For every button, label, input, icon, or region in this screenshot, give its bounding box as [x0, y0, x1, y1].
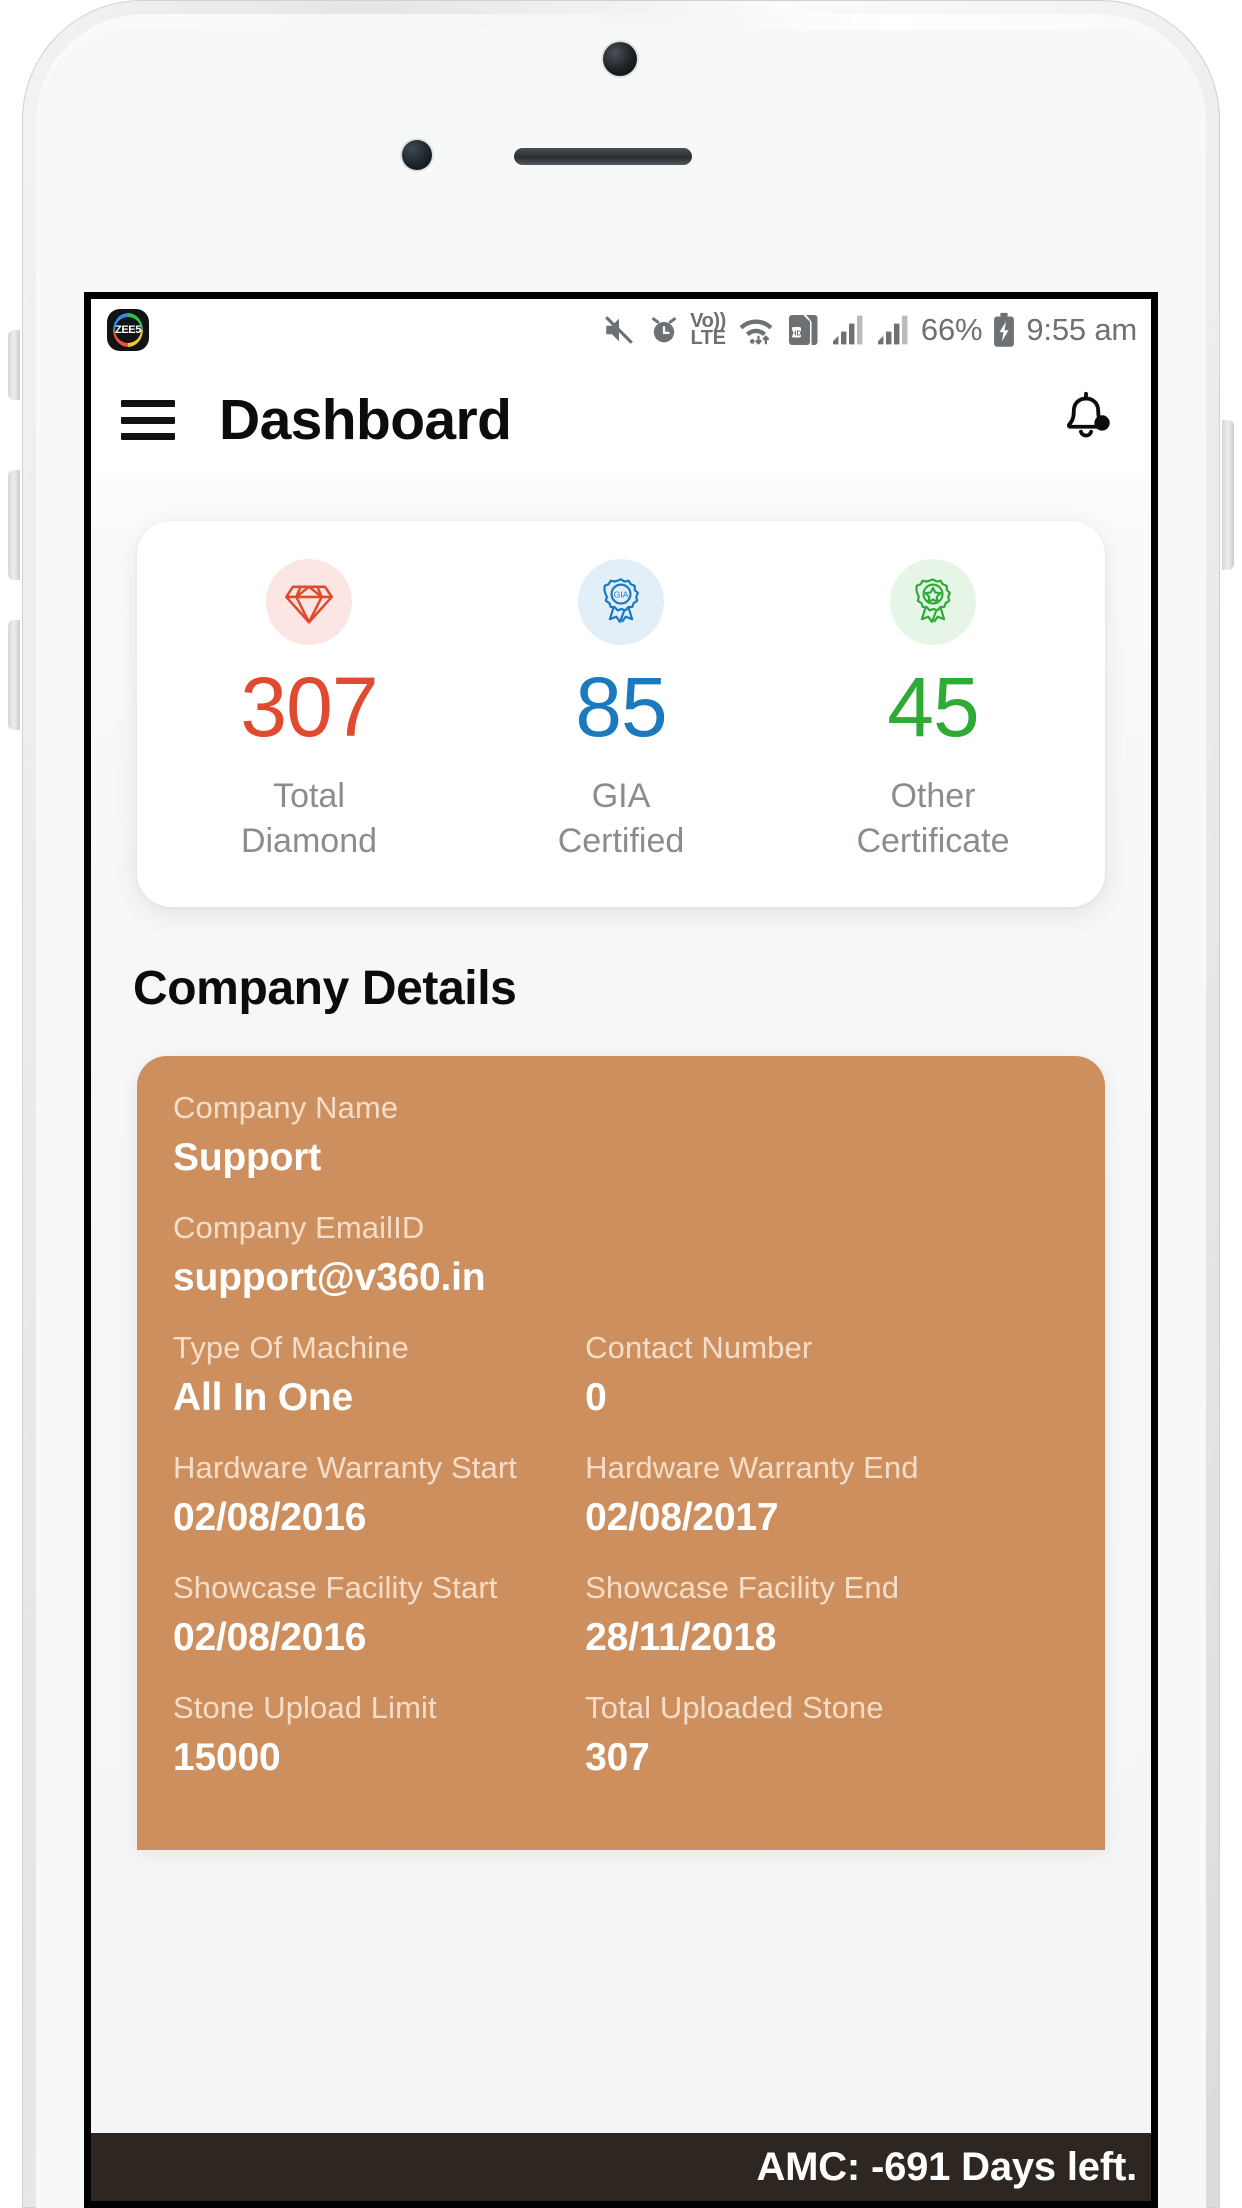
field-value: 02/08/2017	[585, 1496, 779, 1540]
volume-down-button[interactable]	[8, 620, 20, 730]
app-bar: Dashboard	[91, 361, 1151, 479]
front-camera-icon	[603, 42, 637, 76]
hamburger-line	[121, 400, 175, 407]
svg-text:GIA: GIA	[614, 589, 629, 599]
field-value: All In One	[173, 1376, 354, 1420]
field-row-hardware-warranty: Hardware Warranty Start 02/08/2016 Hardw…	[173, 1450, 1069, 1540]
status-bar-system-icons: Vo)) LTE HD 66% 9:55 am	[600, 311, 1137, 349]
battery-charging-icon	[994, 312, 1015, 347]
field-row-stone-upload: Stone Upload Limit 15000 Total Uploaded …	[173, 1690, 1069, 1780]
clock-label: 9:55 am	[1026, 312, 1137, 347]
gia-badge-icon-wrap: GIA	[578, 559, 664, 645]
page-title: Dashboard	[219, 388, 512, 452]
volte-bottom-label: LTE	[690, 327, 726, 349]
summary-stats-card: 307 Total Diamond GIA 85 GIA Certified 4…	[137, 521, 1105, 908]
proximity-sensor-icon	[402, 140, 432, 170]
stat-value: 307	[240, 660, 378, 754]
field-contact-number: Contact Number 0	[585, 1330, 1069, 1420]
field-hw-warranty-end: Hardware Warranty End 02/08/2017	[585, 1450, 1069, 1540]
company-details-heading: Company Details	[133, 962, 517, 1016]
field-showcase-end: Showcase Facility End 28/11/2018	[585, 1570, 1069, 1660]
stat-label-line2: Certified	[557, 821, 685, 860]
field-value: 28/11/2018	[585, 1616, 777, 1660]
field-value: Support	[173, 1136, 322, 1180]
zee5-label: ZEE5	[115, 324, 141, 336]
phone-mockup-scene: ZEE5 Vo)) LTE HD 66% 9:55 am Dashboard 3…	[0, 0, 1242, 2208]
field-label: Company Name	[173, 1090, 399, 1126]
stat-label-line1: GIA	[591, 776, 651, 815]
power-button[interactable]	[1222, 420, 1234, 570]
stat-value: 45	[887, 660, 979, 754]
alarm-icon	[652, 317, 677, 343]
diamond-icon-wrap	[266, 559, 352, 645]
battery-percent-label: 66%	[920, 312, 983, 347]
field-machine-type: Type Of Machine All In One	[173, 1330, 585, 1420]
amc-status-bar: AMC: -691 Days left.	[91, 2133, 1151, 2201]
volume-mute-icon	[605, 316, 633, 344]
field-value: 0	[585, 1376, 607, 1420]
hamburger-line	[121, 416, 175, 424]
field-label: Company EmailID	[173, 1210, 425, 1246]
signal-bars-icon-1	[832, 315, 863, 345]
field-company-name: Company Name Support	[173, 1090, 1069, 1180]
app-screen: ZEE5 Vo)) LTE HD 66% 9:55 am Dashboard 3…	[91, 299, 1151, 2201]
stat-other-certificate[interactable]: 45 Other Certificate	[777, 559, 1089, 863]
amc-status-label: AMC: -691 Days left.	[756, 2144, 1137, 2189]
status-bar-notifications: ZEE5	[107, 309, 149, 351]
diamond-icon	[284, 585, 334, 624]
star-badge-icon	[915, 578, 951, 624]
notification-bell-button[interactable]	[1055, 389, 1117, 451]
stat-label: Total Diamond	[241, 774, 377, 864]
field-total-uploaded-stone: Total Uploaded Stone 307	[585, 1690, 1069, 1780]
field-label: Contact Number	[585, 1330, 813, 1366]
field-label: Stone Upload Limit	[173, 1690, 437, 1726]
field-hw-warranty-start: Hardware Warranty Start 02/08/2016	[173, 1450, 585, 1540]
stat-label-line1: Other	[890, 776, 976, 815]
svg-text:HD: HD	[791, 330, 801, 337]
wifi-icon	[739, 319, 773, 345]
stat-label-line1: Total	[273, 776, 345, 815]
field-label: Showcase Facility End	[585, 1570, 900, 1606]
stat-label-line2: Diamond	[240, 821, 378, 860]
field-company-email: Company EmailID support@v360.in	[173, 1210, 1069, 1300]
field-stone-upload-limit: Stone Upload Limit 15000	[173, 1690, 585, 1780]
earpiece-speaker	[514, 148, 692, 165]
volume-up-button[interactable]	[8, 470, 20, 580]
field-row-showcase-facility: Showcase Facility Start 02/08/2016 Showc…	[173, 1570, 1069, 1660]
field-row-machine-contact: Type Of Machine All In One Contact Numbe…	[173, 1330, 1069, 1420]
stat-label-line2: Certificate	[856, 821, 1010, 860]
stat-label: GIA Certified	[558, 774, 685, 864]
field-label: Total Uploaded Stone	[585, 1690, 884, 1726]
star-badge-icon-wrap	[890, 559, 976, 645]
stat-value: 85	[575, 660, 667, 754]
field-value: 02/08/2016	[173, 1496, 367, 1540]
dashboard-scroll-area[interactable]: 307 Total Diamond GIA 85 GIA Certified 4…	[91, 479, 1151, 2201]
field-value: 307	[585, 1736, 650, 1780]
signal-bars-icon-2	[877, 315, 908, 345]
field-label: Showcase Facility Start	[173, 1570, 498, 1606]
hamburger-menu-icon[interactable]	[121, 400, 175, 440]
field-label: Hardware Warranty Start	[173, 1450, 517, 1486]
stat-label: Other Certificate	[856, 774, 1009, 864]
zee5-notification-icon[interactable]: ZEE5	[107, 309, 149, 351]
stat-total-diamond[interactable]: 307 Total Diamond	[153, 559, 465, 863]
bell-icon	[1066, 391, 1110, 438]
field-label: Type Of Machine	[173, 1330, 409, 1366]
mute-switch-button[interactable]	[8, 330, 20, 400]
hamburger-line	[121, 433, 175, 440]
field-value: 02/08/2016	[173, 1616, 367, 1660]
phone-screen: ZEE5 Vo)) LTE HD 66% 9:55 am Dashboard 3…	[84, 292, 1158, 2208]
android-status-bar: ZEE5 Vo)) LTE HD 66% 9:55 am	[91, 299, 1151, 361]
field-showcase-start: Showcase Facility Start 02/08/2016	[173, 1570, 585, 1660]
field-label: Hardware Warranty End	[585, 1450, 919, 1486]
volte-icon: Vo)) LTE	[690, 311, 726, 349]
field-value: 15000	[173, 1736, 281, 1780]
stat-gia-certified[interactable]: GIA 85 GIA Certified	[465, 559, 777, 863]
sim-hd-icon: HD	[788, 315, 818, 345]
field-value: support@v360.in	[173, 1256, 486, 1300]
company-details-card: Company Name Support Company EmailID sup…	[137, 1056, 1105, 1851]
gia-badge-icon: GIA	[603, 578, 639, 624]
